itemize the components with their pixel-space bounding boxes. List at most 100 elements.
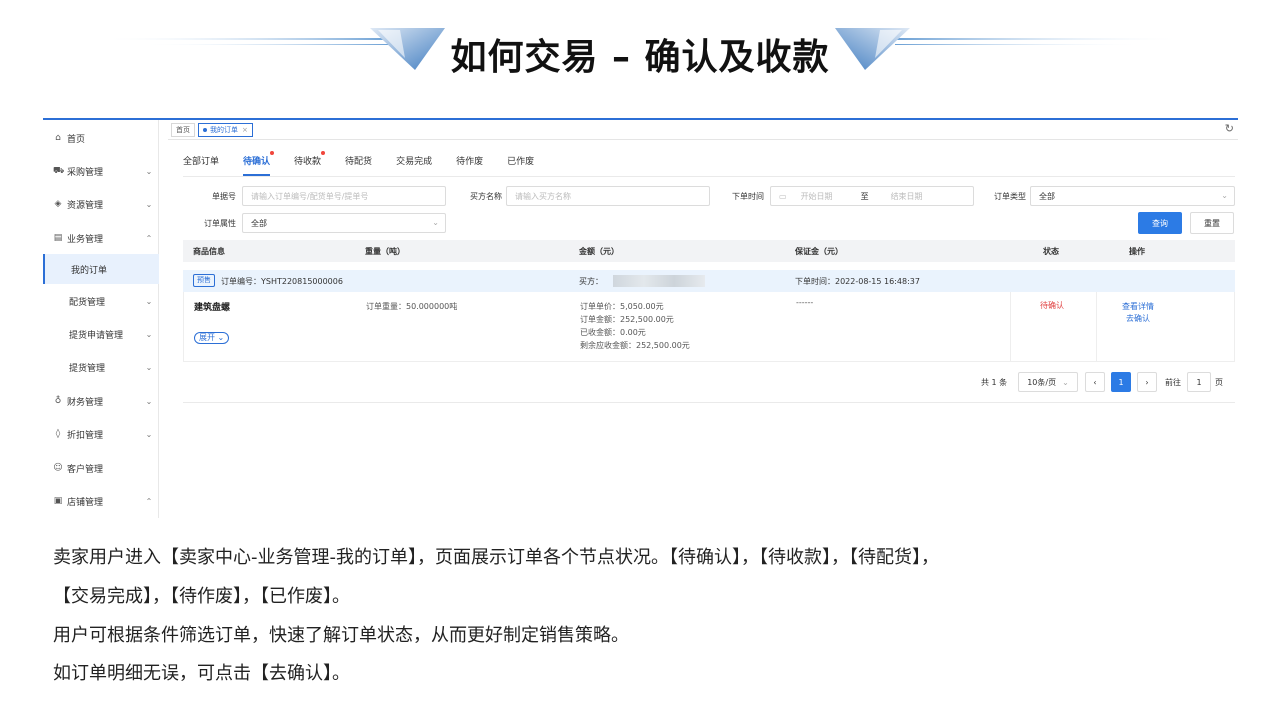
unit-price: 订单单价：5,050.00元 — [580, 302, 664, 311]
next-page-button[interactable]: › — [1137, 372, 1157, 392]
prev-page-button[interactable]: ‹ — [1085, 372, 1105, 392]
date-range-picker[interactable]: ▭ 开始日期 至 结束日期 — [770, 186, 974, 206]
page-tab-my-orders[interactable]: 我的订单 × — [198, 122, 253, 137]
sidebar-item-business[interactable]: ▤ 业务管理 ⌃ — [43, 223, 159, 253]
sidebar-item-my-orders[interactable]: 我的订单 — [43, 254, 159, 284]
sidebar-item-label: 提货管理 — [69, 363, 106, 374]
chevron-down-icon: ⌄ — [1062, 377, 1069, 387]
active-dot-icon — [203, 127, 207, 132]
page-tab-bar: 首页 我的订单 × ↻ — [168, 120, 1238, 140]
tab-voided[interactable]: 已作废 — [507, 154, 534, 176]
sidebar-item-purchase[interactable]: ⛟ 采购管理 ⌄ — [43, 156, 159, 186]
order-type-label: 订单类型 — [994, 192, 1026, 201]
sidebar-item-home[interactable]: ⌂ 首页 — [43, 123, 159, 153]
end-date: 结束日期 — [890, 191, 923, 201]
buyer-label: 买方： — [579, 277, 603, 286]
order-attr-label: 订单属性 — [204, 219, 236, 228]
tab-pending-confirm[interactable]: 待确认 — [243, 151, 275, 176]
close-icon[interactable]: × — [242, 126, 248, 134]
slide-title: 如何交易 – 确认及收款 — [450, 37, 830, 78]
sidebar-item-allocation[interactable]: 配货管理 ⌄ — [43, 286, 159, 316]
pagination: 共 1 条 10条/页 ⌄ ‹ 1 › 前往 1 页 — [183, 368, 1235, 400]
order-time-label: 下单时间 — [732, 192, 764, 201]
expand-button[interactable]: 展开 ⌄ — [194, 332, 230, 344]
tag-icon: ◊ — [55, 429, 61, 439]
sidebar-nav: ⌂ 首页 ⛟ 采购管理 ⌄ ◈ 资源管理 ⌄ ▤ 业务管理 ⌃ 我的订单 配货管… — [43, 120, 159, 518]
chevron-down-icon: ⌄ — [145, 429, 153, 439]
tab-pending-void[interactable]: 待作废 — [456, 154, 483, 176]
sidebar-item-label: 提货申请管理 — [69, 330, 124, 341]
store-icon: ▣ — [53, 496, 63, 506]
column-header: 商品信息 — [193, 247, 225, 256]
goto-page-input[interactable]: 1 — [1187, 372, 1211, 392]
tab-pending-payment[interactable]: 待收款 — [294, 151, 326, 176]
sidebar-item-label: 折扣管理 — [67, 430, 104, 441]
notification-dot — [321, 151, 326, 155]
buyer-name-redacted — [613, 275, 705, 287]
confirm-link[interactable]: 去确认 — [1126, 313, 1150, 324]
sidebar-item-label: 首页 — [67, 134, 86, 145]
page-size-value: 10条/页 — [1027, 377, 1057, 387]
sidebar-item-label: 配货管理 — [69, 297, 106, 308]
sidebar-item-customers[interactable]: ☺ 客户管理 — [43, 453, 159, 483]
buyer-input[interactable]: 请输入买方名称 — [506, 186, 710, 206]
order-type-select[interactable]: 全部 ⌄ — [1030, 186, 1235, 206]
calendar-icon: ▭ — [779, 191, 787, 201]
column-header: 金额（元） — [579, 247, 619, 256]
order-no-input[interactable]: 请输入订单编号/配货单号/提单号 — [242, 186, 446, 206]
buyer-label: 买方名称 — [470, 192, 502, 201]
clipboard-icon: ▤ — [53, 233, 63, 243]
total-count: 共 1 条 — [981, 378, 1008, 387]
sidebar-item-resources[interactable]: ◈ 资源管理 ⌄ — [43, 189, 159, 219]
order-time: 下单时间：2022-08-15 16:48:37 — [795, 277, 920, 286]
query-button[interactable]: 查询 — [1138, 212, 1182, 234]
truck-icon: ⛟ — [53, 166, 65, 176]
description-line-1: 卖家用户进入【卖家中心-业务管理-我的订单】，页面展示订单各个节点状况。【待确认… — [53, 547, 939, 568]
sidebar-item-pickup-request[interactable]: 提货申请管理 ⌄ — [43, 319, 159, 349]
divider — [183, 402, 1235, 403]
tab-all-orders[interactable]: 全部订单 — [183, 154, 219, 176]
view-details-link[interactable]: 查看详情 — [1122, 301, 1154, 312]
sidebar-item-label: 我的订单 — [71, 265, 108, 276]
chevron-down-icon: ⌄ — [145, 166, 153, 176]
sidebar-item-label: 财务管理 — [67, 397, 104, 408]
column-header: 重量（吨） — [365, 247, 405, 256]
reset-button[interactable]: 重置 — [1190, 212, 1234, 234]
page-tab-home[interactable]: 首页 — [171, 122, 195, 137]
sidebar-item-label: 业务管理 — [67, 234, 104, 245]
start-date: 开始日期 — [800, 191, 833, 201]
table-header: 商品信息 重量（吨） 金额（元） 保证金（元） 状态 操作 — [183, 240, 1235, 262]
chevron-down-icon: ⌄ — [1221, 191, 1228, 200]
order-no-label: 单据号 — [212, 192, 236, 201]
column-header: 保证金（元） — [795, 247, 843, 256]
page-tab-label: 我的订单 — [210, 125, 238, 134]
tab-pending-allocation[interactable]: 待配货 — [345, 154, 372, 176]
chevron-down-icon: ⌄ — [145, 396, 153, 406]
chevron-down-icon: ⌄ — [432, 218, 439, 227]
product-name: 建筑盘螺 — [194, 303, 231, 313]
column-header: 状态 — [1043, 247, 1059, 256]
page-size-select[interactable]: 10条/页 ⌄ — [1018, 372, 1078, 392]
deposit-value: ------ — [796, 298, 814, 307]
refresh-icon[interactable]: ↻ — [1225, 122, 1234, 135]
order-row-header: 预售 订单编号：YSHT220815000006 买方： 下单时间：2022-0… — [183, 270, 1235, 292]
page-unit-label: 页 — [1215, 378, 1223, 387]
order-attr-select[interactable]: 全部 ⌄ — [242, 213, 446, 233]
chevron-down-icon: ⌄ — [145, 362, 153, 372]
tab-completed[interactable]: 交易完成 — [396, 154, 432, 176]
description-line-2: 【交易完成】，【待作废】，【已作废】。 — [53, 586, 350, 607]
sidebar-item-discount[interactable]: ◊ 折扣管理 ⌄ — [43, 419, 159, 449]
sidebar-item-pickup[interactable]: 提货管理 ⌄ — [43, 352, 159, 382]
order-number: 订单编号：YSHT220815000006 — [221, 277, 343, 286]
sidebar-item-store[interactable]: ▣ 店铺管理 ⌃ — [43, 486, 159, 516]
page-number-current[interactable]: 1 — [1111, 372, 1131, 392]
chevron-down-icon: ⌄ — [145, 199, 153, 209]
order-type-value: 全部 — [1039, 191, 1055, 201]
sidebar-item-label: 资源管理 — [67, 200, 104, 211]
notification-dot — [270, 151, 275, 155]
home-icon: ⌂ — [55, 133, 61, 143]
status-badge: 待确认 — [1040, 301, 1064, 310]
divider — [1096, 292, 1097, 362]
order-weight: 订单重量：50.000000吨 — [366, 302, 458, 311]
sidebar-item-finance[interactable]: ♁ 财务管理 ⌄ — [43, 386, 159, 416]
